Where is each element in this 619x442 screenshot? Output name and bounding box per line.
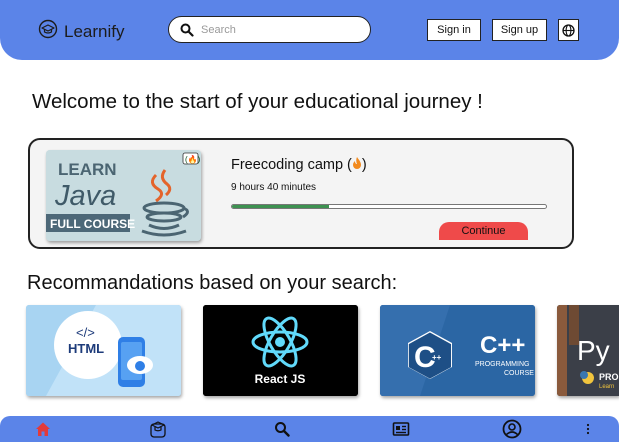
profile-icon — [502, 419, 522, 439]
recommendation-react[interactable]: React JS — [203, 305, 358, 396]
sign-up-button[interactable]: Sign up — [492, 19, 547, 41]
thumb-learn: LEARN — [58, 160, 117, 179]
python-sub1: PRO — [599, 372, 619, 382]
welcome-heading: Welcome to the start of your educational… — [32, 90, 483, 113]
bottom-nav — [0, 416, 619, 442]
nav-news[interactable] — [389, 416, 413, 442]
course-progress-fill — [232, 205, 330, 208]
recommendation-html[interactable]: </> HTML — [26, 305, 181, 396]
nav-more[interactable] — [580, 416, 596, 442]
search-icon — [180, 23, 194, 37]
html-label: HTML — [68, 341, 104, 356]
nav-home[interactable] — [31, 416, 55, 442]
globe-icon — [562, 23, 575, 37]
recommendation-cpp[interactable]: C ++ C++ PROGRAMMING COURSE — [380, 305, 535, 396]
search-bar[interactable] — [168, 16, 371, 43]
thumb-java: Java — [54, 180, 116, 212]
graduation-cap-icon — [150, 421, 166, 438]
course-title-end: ) — [361, 157, 367, 173]
search-input[interactable] — [199, 20, 363, 40]
course-thumbnail: LEARN Java FULL COURSE (🔥) — [46, 150, 201, 241]
svg-text:++: ++ — [432, 353, 442, 362]
recommendations-heading: Recommandations based on your search: — [27, 272, 398, 294]
course-duration: 9 hours 40 minutes — [231, 182, 317, 193]
cpp-label: C++ — [480, 332, 525, 359]
sign-in-button[interactable]: Sign in — [427, 19, 481, 41]
graduation-cap-icon — [38, 19, 58, 44]
cpp-sub2: COURSE — [504, 370, 534, 377]
news-icon — [392, 422, 410, 436]
continue-button[interactable]: Continue — [439, 222, 528, 240]
react-label: React JS — [255, 372, 306, 386]
course-progress-bar — [231, 204, 547, 209]
python-label: Py — [577, 335, 610, 366]
fire-icon — [352, 157, 361, 169]
home-icon — [36, 422, 50, 436]
top-header: Learnify Sign in Sign up — [0, 0, 619, 60]
html-code-tag: </> — [76, 325, 95, 340]
nav-search[interactable] — [270, 416, 294, 442]
current-course-card[interactable]: LEARN Java FULL COURSE (🔥) Freecoding ca… — [28, 138, 574, 249]
search-icon — [275, 422, 290, 437]
nav-profile[interactable] — [500, 416, 524, 442]
recommendation-python[interactable]: Py PRO Learn — [557, 305, 619, 396]
thumb-full-course: FULL COURSE — [50, 217, 135, 231]
course-title: Freecoding camp () — [231, 157, 367, 173]
python-sub2: Learn — [599, 384, 614, 390]
brand[interactable]: Learnify — [38, 19, 124, 44]
cpp-sub1: PROGRAMMING — [475, 361, 529, 368]
brand-name: Learnify — [64, 21, 125, 41]
more-icon — [586, 423, 590, 435]
nav-courses[interactable] — [146, 416, 170, 442]
svg-text:(🔥): (🔥) — [185, 154, 201, 164]
language-button[interactable] — [558, 19, 579, 41]
course-title-text: Freecoding camp ( — [231, 157, 352, 173]
